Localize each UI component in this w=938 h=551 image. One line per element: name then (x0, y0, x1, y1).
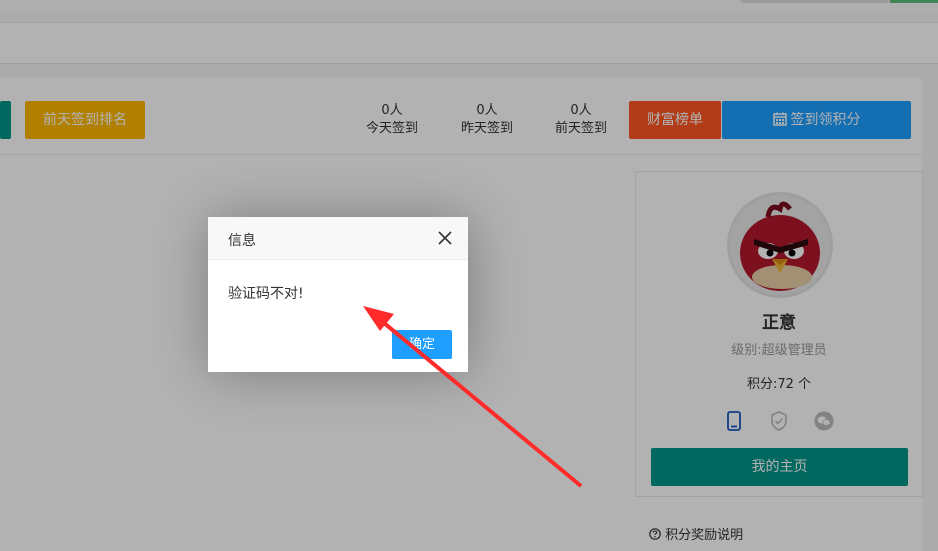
ok-button[interactable]: 确定 (392, 330, 452, 359)
message-dialog: 信息 验证码不对! 确定 (208, 217, 468, 372)
dialog-title: 信息 (228, 233, 256, 249)
modal-overlay (0, 0, 938, 551)
dialog-message: 验证码不对! (228, 286, 304, 302)
dialog-header: 信息 (208, 217, 468, 260)
close-icon[interactable] (438, 231, 452, 245)
